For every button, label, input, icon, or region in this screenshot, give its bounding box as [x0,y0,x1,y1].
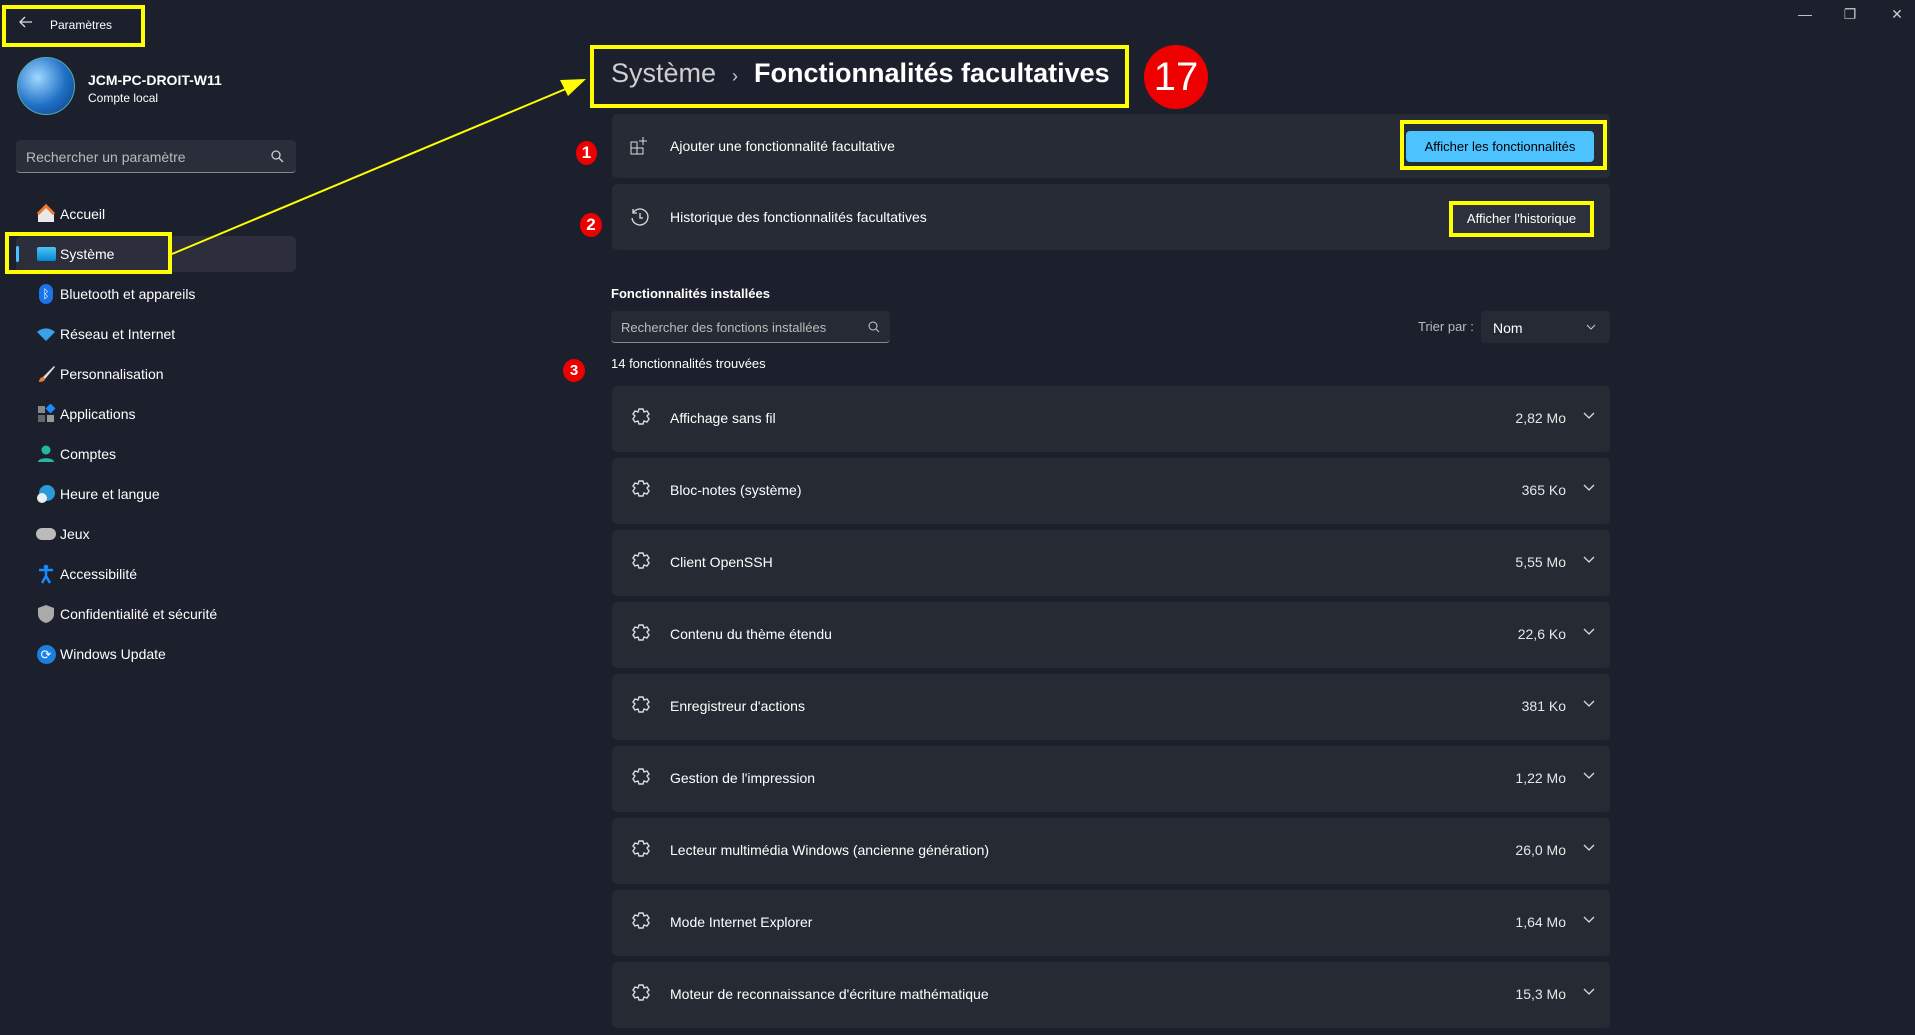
feature-row[interactable]: Client OpenSSH 5,55 Mo [612,530,1610,596]
clock-globe-icon [36,484,56,504]
puzzle-gear-icon [632,912,650,929]
feature-name: Affichage sans fil [670,410,776,426]
feature-size: 26,0 Mo [1515,842,1566,858]
accessibility-icon [36,564,56,584]
feature-name: Lecteur multimédia Windows (ancienne gén… [670,842,990,858]
feature-row[interactable]: Gestion de l'impression 1,22 Mo [612,746,1610,812]
puzzle-gear-icon [632,408,650,425]
chevron-down-icon[interactable] [1582,624,1596,638]
add-feature-label: Ajouter une fonctionnalité facultative [670,138,895,154]
sidebar-item-label: Accessibilité [60,566,138,582]
history-icon [631,208,649,226]
installed-section-title: Fonctionnalités installées [611,286,770,301]
brush-icon [36,364,56,384]
puzzle-gear-icon [632,768,650,785]
sidebar-item-label: Confidentialité et sécurité [60,606,218,622]
breadcrumb-parent[interactable]: Système [611,58,716,89]
sidebar-item-accessibilite[interactable]: Accessibilité [16,556,296,592]
feature-row[interactable]: Bloc-notes (système) 365 Ko [612,458,1610,524]
feature-row[interactable]: Moteur de reconnaissance d'écriture math… [612,962,1610,1028]
marker-2: 2 [580,213,602,237]
marker-3: 3 [563,359,585,382]
shield-icon [36,604,56,624]
feature-size: 365 Ko [1521,482,1566,498]
sort-dropdown[interactable]: Nom [1481,311,1610,343]
feature-size: 5,55 Mo [1515,554,1566,570]
feature-row[interactable]: Lecteur multimédia Windows (ancienne gén… [612,818,1610,884]
page-title: Fonctionnalités facultatives [754,58,1110,88]
feature-name: Bloc-notes (système) [670,482,802,498]
sidebar-item-windows-update[interactable]: ⟳ Windows Update [16,636,296,672]
feature-name: Client OpenSSH [670,554,773,570]
sidebar-item-jeux[interactable]: Jeux [16,516,296,552]
add-grid-icon [630,137,647,155]
sidebar-item-label: Jeux [60,526,90,542]
wifi-icon [36,324,56,344]
feature-size: 15,3 Mo [1515,986,1566,1002]
feature-row[interactable]: Enregistreur d'actions 381 Ko [612,674,1610,740]
apps-icon [36,404,56,424]
sidebar-item-label: Réseau et Internet [60,326,176,342]
feature-size: 381 Ko [1521,698,1566,714]
puzzle-gear-icon [632,552,650,569]
update-icon: ⟳ [36,644,56,664]
sidebar-item-label: Windows Update [60,646,166,662]
minimize-button[interactable]: — [1795,6,1815,26]
sidebar-item-applications[interactable]: Applications [16,396,296,432]
chevron-down-icon[interactable] [1582,912,1596,926]
highlight-box-view-history [1449,201,1594,237]
puzzle-gear-icon [632,480,650,497]
sidebar-item-label: Heure et langue [60,486,160,502]
sidebar-item-label: Comptes [60,446,117,462]
puzzle-gear-icon [632,624,650,641]
feature-size: 1,22 Mo [1515,770,1566,786]
sidebar-item-reseau[interactable]: Réseau et Internet [16,316,296,352]
feature-name: Mode Internet Explorer [670,914,813,930]
installed-search-input[interactable]: Rechercher des fonctions installées [611,311,890,343]
chevron-down-icon [1586,324,1596,330]
maximize-button[interactable]: ❐ [1840,6,1860,26]
chevron-down-icon[interactable] [1582,696,1596,710]
puzzle-gear-icon [632,840,650,857]
chevron-down-icon[interactable] [1582,408,1596,422]
step-badge: 17 [1144,45,1208,109]
feature-name: Enregistreur d'actions [670,698,805,714]
breadcrumb: Système › Fonctionnalités facultatives [611,58,1110,89]
sidebar-item-personnalisation[interactable]: Personnalisation [16,356,296,392]
sort-label: Trier par : [1418,319,1474,334]
search-icon [868,321,880,333]
chevron-down-icon[interactable] [1582,768,1596,782]
marker-1: 1 [576,141,597,165]
annotation-arrow [171,79,586,255]
feature-size: 1,64 Mo [1515,914,1566,930]
sort-value: Nom [1493,320,1523,336]
feature-size: 22,6 Ko [1517,626,1566,642]
feature-row[interactable]: Contenu du thème étendu 22,6 Ko [612,602,1610,668]
history-label: Historique des fonctionnalités facultati… [670,209,927,225]
feature-size: 2,82 Mo [1515,410,1566,426]
breadcrumb-separator: › [732,66,739,86]
chevron-down-icon[interactable] [1582,840,1596,854]
feature-name: Gestion de l'impression [670,770,816,786]
puzzle-gear-icon [632,984,650,1001]
close-button[interactable]: ✕ [1887,6,1907,26]
puzzle-gear-icon [632,696,650,713]
chevron-down-icon[interactable] [1582,480,1596,494]
feature-name: Moteur de reconnaissance d'écriture math… [670,986,989,1002]
chevron-down-icon[interactable] [1582,984,1596,998]
sidebar-item-comptes[interactable]: Comptes [16,436,296,472]
person-icon [36,444,56,464]
feature-row[interactable]: Mode Internet Explorer 1,64 Mo [612,890,1610,956]
sidebar-item-heure[interactable]: Heure et langue [16,476,296,512]
feature-count: 14 fonctionnalités trouvées [611,356,766,371]
installed-search-placeholder: Rechercher des fonctions installées [621,320,827,335]
sidebar-item-confidentialite[interactable]: Confidentialité et sécurité [16,596,296,632]
sidebar-item-label: Personnalisation [60,366,164,382]
feature-row[interactable]: Affichage sans fil 2,82 Mo [612,386,1610,452]
feature-name: Contenu du thème étendu [670,626,832,642]
sidebar-item-label: Applications [60,406,136,422]
chevron-down-icon[interactable] [1582,552,1596,566]
highlight-box-view-features [1400,120,1607,170]
gamepad-icon [36,524,56,544]
